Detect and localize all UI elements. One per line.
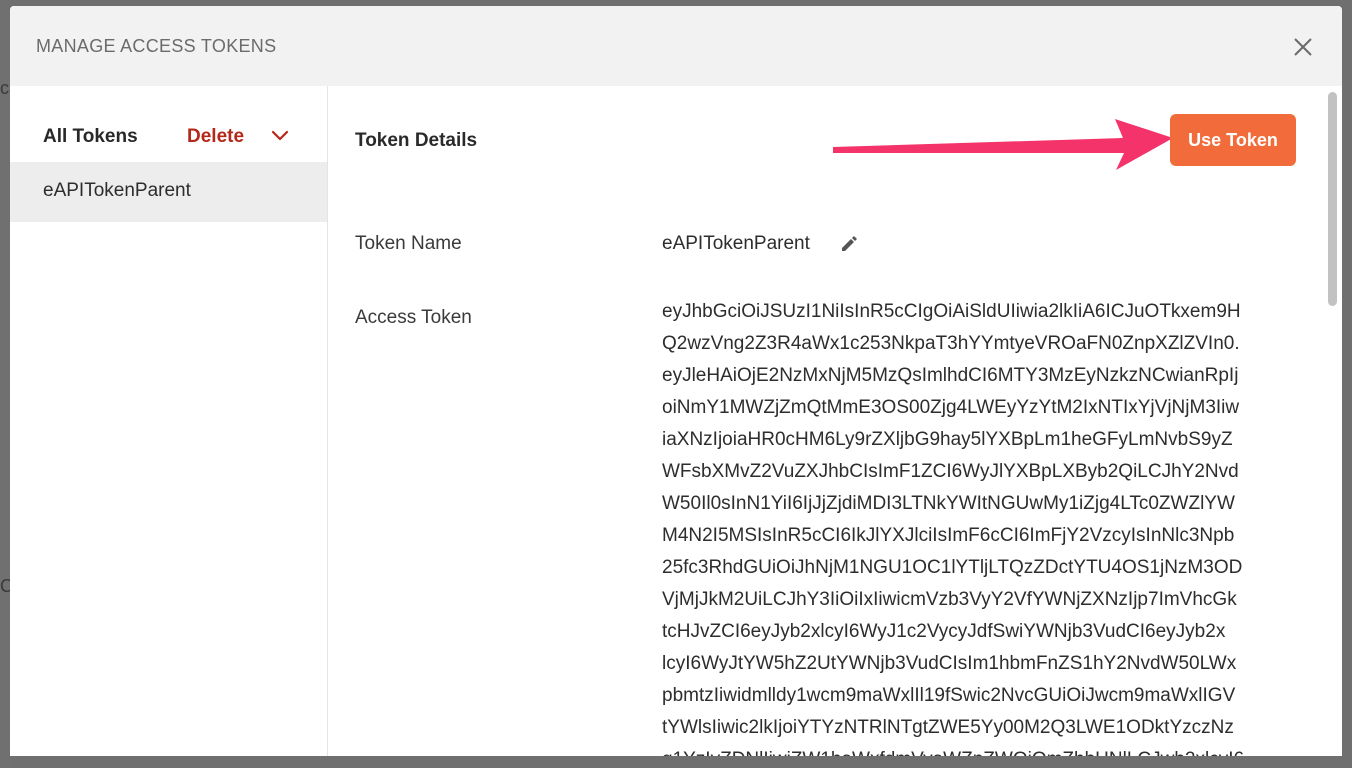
close-icon[interactable] bbox=[1292, 36, 1314, 58]
access-token-line: iaXNzIjoiaHR0cHM6Ly9rZXljbG9hay5lYXBpLm1… bbox=[662, 429, 1233, 450]
access-token-line: tcHJvZCI6eyJyb2xlcyI6WyJ1c2VycyJdfSwiYWN… bbox=[662, 621, 1226, 642]
manage-access-tokens-modal: MANAGE ACCESS TOKENS All Tokens Delete e… bbox=[10, 6, 1342, 756]
access-token-line: M4N2I5MSIsInR5cCI6IkJlYXJlciIsImF6cCI6Im… bbox=[662, 525, 1235, 546]
chevron-down-icon[interactable] bbox=[271, 129, 289, 143]
access-token-line: W50Il0sInN1YiI6IjJjZjdiMDI3LTNkYWItNGUwM… bbox=[662, 493, 1235, 514]
token-name-label: Token Name bbox=[355, 233, 462, 254]
token-sidebar: All Tokens Delete eAPITokenParent bbox=[10, 86, 328, 756]
sidebar-header: All Tokens Delete bbox=[10, 86, 327, 162]
background-text: ca bbox=[0, 78, 10, 98]
access-token-line: pbmtzIiwidmlldy1wcm9maWxlIl19fSwic2NvcGU… bbox=[662, 685, 1236, 706]
access-token-line: VjMjJkM2UiLCJhY3IiOiIxIiwicmVzb3VyY2VfYW… bbox=[662, 589, 1237, 610]
delete-button[interactable]: Delete bbox=[187, 126, 244, 148]
access-token-label: Access Token bbox=[355, 307, 472, 328]
use-token-button[interactable]: Use Token bbox=[1170, 114, 1296, 166]
access-token-value: eyJhbGciOiJSUzI1NiIsInR5cCIgOiAiSldUIiwi… bbox=[662, 296, 1312, 756]
access-token-line: WFsbXMvZ2VuZXJhbCIsImF1ZCI6WyJlYXBpLXByb… bbox=[662, 461, 1239, 482]
modal-title: MANAGE ACCESS TOKENS bbox=[36, 36, 277, 56]
scrollbar-thumb[interactable] bbox=[1328, 92, 1337, 306]
access-token-line: 25fc3RhdGUiOiJhNjM1NGU1OC1lYTljLTQzZDctY… bbox=[662, 557, 1243, 578]
all-tokens-label: All Tokens bbox=[43, 126, 138, 147]
token-item-label: eAPITokenParent bbox=[43, 180, 191, 201]
token-name-value: eAPITokenParent bbox=[662, 233, 810, 254]
arrow-annotation-icon bbox=[833, 119, 1173, 170]
access-token-line: Q2wzVng2Z3R4aWx1c253NkpaT3hYYmtyeVROaFN0… bbox=[662, 333, 1240, 354]
access-token-line: g1YzIyZDNlIiwiZW1haWxfdmVyaWZpZWQiOmZhbH… bbox=[662, 744, 1312, 756]
pencil-icon[interactable] bbox=[838, 233, 860, 255]
modal-header: MANAGE ACCESS TOKENS bbox=[10, 6, 1342, 86]
access-token-line: tYWlsIiwic2lkIjoiYTYzNTRlNTgtZWE5Yy00M2Q… bbox=[662, 717, 1234, 738]
token-details-title: Token Details bbox=[355, 130, 478, 151]
access-token-line: eyJhbGciOiJSUzI1NiIsInR5cCIgOiAiSldUIiwi… bbox=[662, 301, 1241, 322]
access-token-line: oiNmY1MWZjZmQtMmE3OS00Zjg4LWEyYzYtM2IxNT… bbox=[662, 397, 1240, 418]
access-token-line: lcyI6WyJtYW5hZ2UtYWNjb3VudCIsIm1hbmFnZS1… bbox=[662, 653, 1237, 674]
background-text: C bbox=[0, 576, 10, 596]
backdrop bbox=[0, 0, 10, 768]
sidebar-item-token[interactable]: eAPITokenParent bbox=[10, 162, 327, 222]
access-token-line: eyJleHAiOjE2NzMxNjM5MzQsImlhdCI6MTY3MzEy… bbox=[662, 365, 1239, 386]
token-details-panel: Token Details Use Token Token Name eAPIT… bbox=[328, 86, 1342, 756]
